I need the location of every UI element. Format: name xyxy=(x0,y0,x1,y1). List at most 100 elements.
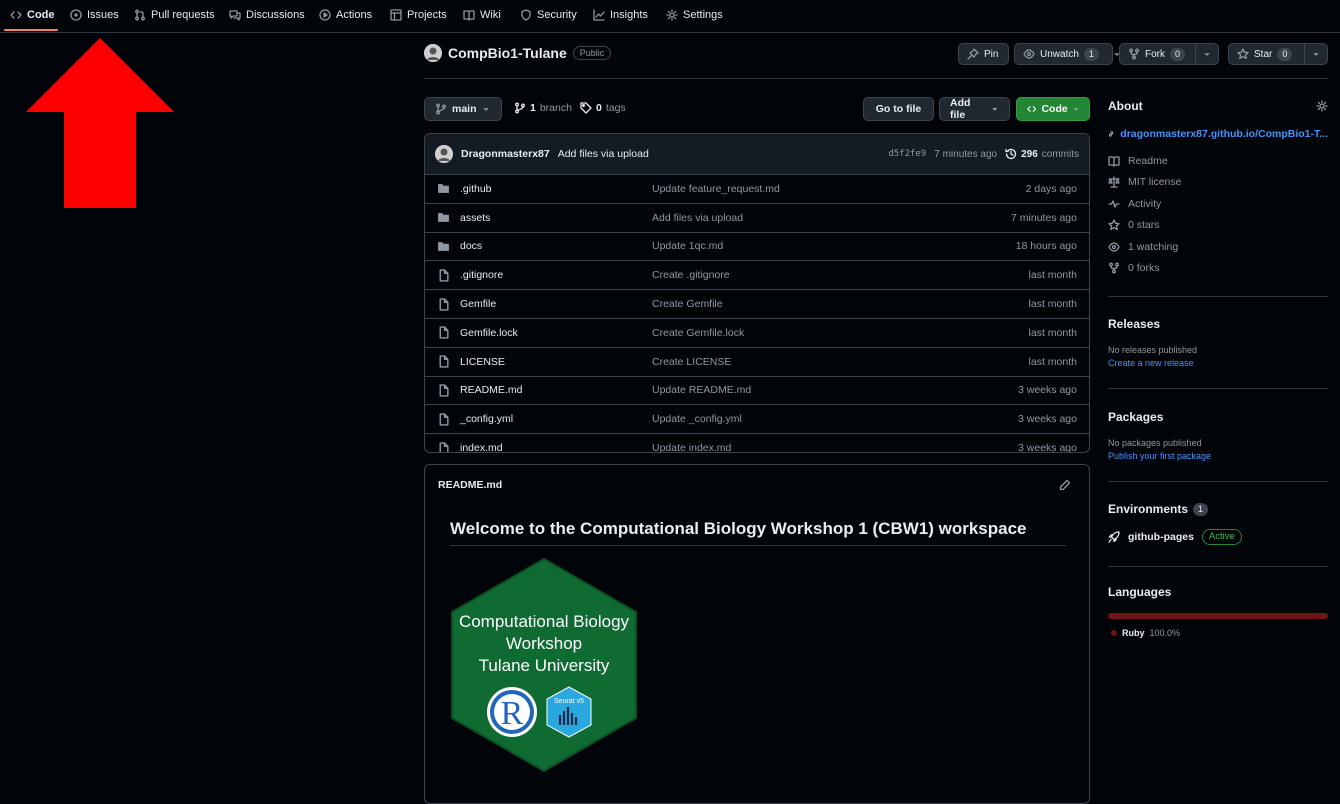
publish-package-link[interactable]: Publish your first package xyxy=(1108,451,1328,461)
commit-sha[interactable]: d5f2fe9 xyxy=(888,149,926,159)
file-name[interactable]: .github xyxy=(460,183,492,195)
file-commit-message[interactable]: Create LICENSE xyxy=(652,356,731,368)
branch-selector[interactable]: main xyxy=(424,97,502,121)
star-dropdown[interactable] xyxy=(1305,44,1327,64)
header-divider xyxy=(424,78,1328,79)
releases-title[interactable]: Releases xyxy=(1108,317,1328,331)
about-item-mit-license[interactable]: MIT license xyxy=(1108,172,1328,194)
fork-button[interactable]: Fork 0 xyxy=(1119,43,1219,65)
file-row[interactable]: .gitignore Create .gitignore last month xyxy=(425,260,1089,289)
code-button-label: Code xyxy=(1041,103,1068,115)
file-icon xyxy=(439,413,449,426)
file-commit-message[interactable]: Update README.md xyxy=(652,384,751,396)
create-release-link[interactable]: Create a new release xyxy=(1108,358,1328,368)
no-releases-text: No releases published xyxy=(1108,345,1198,355)
star-button[interactable]: Star 0 xyxy=(1228,43,1328,65)
pin-button[interactable]: Pin xyxy=(958,43,1009,65)
file-name[interactable]: docs xyxy=(460,240,482,252)
about-item-activity[interactable]: Activity xyxy=(1108,193,1328,215)
about-item-1-watching[interactable]: 1 watching xyxy=(1108,236,1328,258)
languages-section: Languages Ruby 100.0% xyxy=(1108,585,1328,638)
owner-avatar[interactable] xyxy=(424,44,442,62)
packages-title[interactable]: Packages xyxy=(1108,410,1328,424)
tags-link[interactable]: 0 tags xyxy=(580,102,626,114)
about-item-0-forks[interactable]: 0 forks xyxy=(1108,258,1328,280)
tab-issues[interactable]: Issues xyxy=(70,0,119,30)
file-row[interactable]: assets Add files via upload 7 minutes ago xyxy=(425,202,1089,232)
commit-message[interactable]: Add files via upload xyxy=(558,148,649,160)
logo-line1: Computational Biology xyxy=(459,612,630,631)
tab-wiki[interactable]: Wiki xyxy=(463,0,501,30)
link-icon xyxy=(1109,131,1114,137)
environment-github-pages[interactable]: github-pages Active xyxy=(1108,529,1328,545)
file-row[interactable]: docs Update 1qc.md 18 hours ago xyxy=(425,231,1089,261)
repo-name[interactable]: CompBio1-Tulane xyxy=(448,45,567,61)
branches-link[interactable]: 1 branch xyxy=(514,102,572,114)
sidebar-divider xyxy=(1108,296,1328,297)
commits-link[interactable]: 296 commits xyxy=(1005,148,1079,160)
file-name[interactable]: README.md xyxy=(460,384,522,396)
file-commit-message[interactable]: Add files via upload xyxy=(652,212,743,224)
code-button[interactable]: Code xyxy=(1016,97,1090,121)
about-item-readme[interactable]: Readme xyxy=(1108,150,1328,172)
file-row[interactable]: Gemfile Create Gemfile last month xyxy=(425,289,1089,318)
language-ruby[interactable]: Ruby 100.0% xyxy=(1111,628,1328,638)
law-icon xyxy=(1108,176,1120,188)
file-row[interactable]: .github Update feature_request.md 2 days a… xyxy=(425,175,1089,203)
commit-author[interactable]: Dragonmasterx87 xyxy=(461,148,550,160)
folder-icon xyxy=(438,184,449,194)
environments-count: 1 xyxy=(1193,502,1209,516)
file-name[interactable]: .gitignore xyxy=(460,269,503,281)
tab-insights[interactable]: Insights xyxy=(593,0,648,30)
file-commit-message[interactable]: Update _config.yml xyxy=(652,413,742,425)
file-name[interactable]: _config.yml xyxy=(460,413,513,425)
file-commit-message[interactable]: Update index.md xyxy=(652,442,731,452)
file-icon xyxy=(439,355,449,368)
folder-icon xyxy=(438,242,449,251)
file-commit-message[interactable]: Update 1qc.md xyxy=(652,240,723,252)
tab-code[interactable]: Code xyxy=(10,0,55,30)
file-commit-message[interactable]: Create Gemfile.lock xyxy=(652,327,744,339)
file-row[interactable]: _config.yml Update _config.yml 3 weeks ago xyxy=(425,404,1089,433)
visibility-badge: Public xyxy=(572,46,612,60)
tab-actions[interactable]: Actions xyxy=(319,0,372,30)
commit-author-avatar[interactable] xyxy=(435,145,453,163)
tab-security[interactable]: Security xyxy=(520,0,577,30)
add-file-button[interactable]: Add file xyxy=(939,97,1010,121)
tab-discussions[interactable]: Discussions xyxy=(229,0,305,30)
gear-icon[interactable] xyxy=(1316,100,1328,112)
homepage-link[interactable]: dragonmasterx87.github.io/CompBio1-T... xyxy=(1108,126,1328,142)
file-row[interactable]: LICENSE Create LICENSE last month xyxy=(425,346,1089,376)
file-row[interactable]: index.md Update index.md 3 weeks ago xyxy=(425,433,1089,452)
file-name[interactable]: index.md xyxy=(460,442,503,452)
pencil-icon[interactable] xyxy=(1059,479,1071,491)
file-icon xyxy=(439,384,449,397)
file-commit-message[interactable]: Create .gitignore xyxy=(652,269,730,281)
file-name[interactable]: assets xyxy=(460,212,490,224)
about-item-0-stars[interactable]: 0 stars xyxy=(1108,215,1328,237)
file-name[interactable]: Gemfile xyxy=(460,298,496,310)
readme-filename[interactable]: README.md xyxy=(438,479,502,491)
book-icon xyxy=(463,10,475,21)
tab-projects[interactable]: Projects xyxy=(390,0,447,30)
about-item-label: MIT license xyxy=(1128,176,1182,189)
environments-title[interactable]: Environments xyxy=(1108,502,1188,516)
readme-heading: Welcome to the Computational Biology Wor… xyxy=(450,519,1027,538)
unwatch-button[interactable]: Unwatch 1 xyxy=(1014,43,1120,65)
language-percent: 100.0% xyxy=(1149,628,1181,638)
file-row[interactable]: Gemfile.lock Create Gemfile.lock last mont… xyxy=(425,317,1089,347)
go-to-file-button[interactable]: Go to file xyxy=(863,97,934,121)
branch-icon xyxy=(436,103,446,115)
tab-pull-requests[interactable]: Pull requests xyxy=(134,0,215,30)
file-name[interactable]: LICENSE xyxy=(460,356,505,368)
unwatch-label: Unwatch xyxy=(1040,48,1079,60)
file-name[interactable]: Gemfile.lock xyxy=(460,327,518,339)
file-row[interactable]: README.md Update README.md 3 weeks ago xyxy=(425,375,1089,405)
commit-count: 296 xyxy=(1021,148,1038,160)
tab-settings[interactable]: Settings xyxy=(666,0,723,30)
fork-dropdown[interactable] xyxy=(1196,44,1218,64)
file-commit-message[interactable]: Update feature_request.md xyxy=(652,183,780,195)
file-commit-message[interactable]: Create Gemfile xyxy=(652,298,723,310)
file-icon xyxy=(439,441,449,452)
rocket-icon xyxy=(1108,531,1120,543)
